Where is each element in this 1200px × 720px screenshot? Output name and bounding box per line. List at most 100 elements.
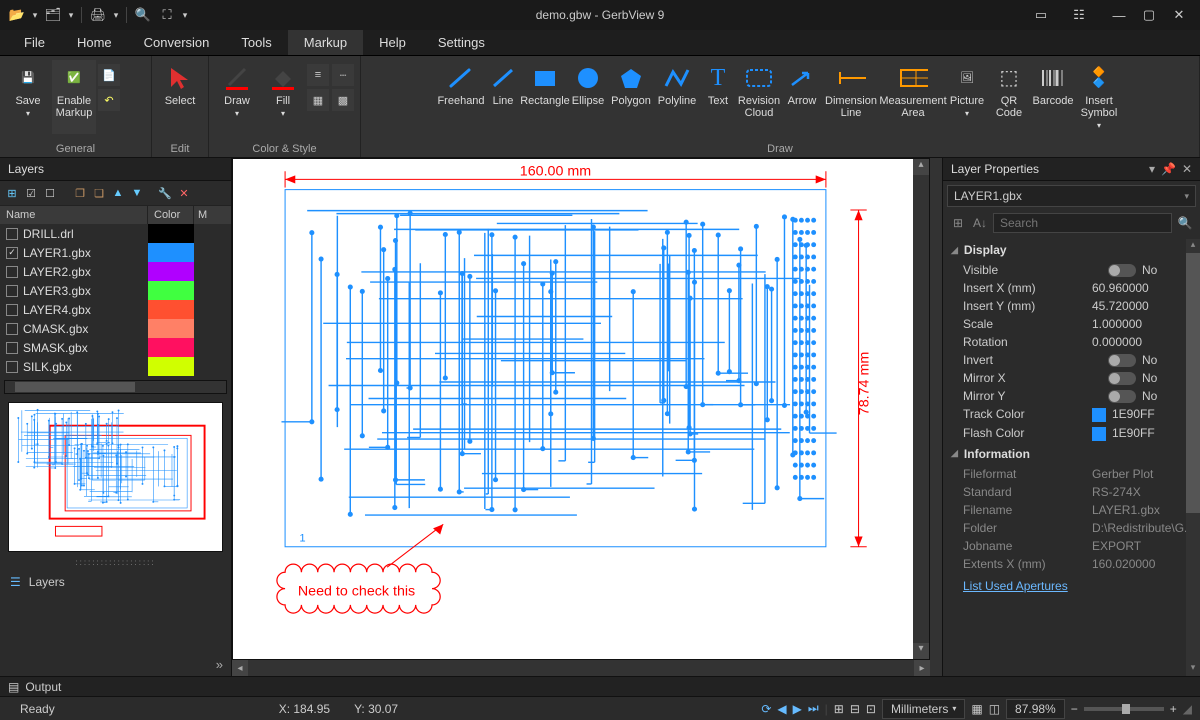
undo-icon[interactable]: ↶ (98, 89, 120, 111)
zoom-out-button[interactable]: − (1071, 702, 1078, 716)
print-icon[interactable]: 🖨 (87, 4, 109, 26)
nav-prev-icon[interactable]: ◀ (777, 702, 786, 716)
rotation-value[interactable]: 0.000000 (1092, 335, 1192, 349)
props-vscrollbar[interactable]: ▴ ▾ (1186, 239, 1200, 676)
save-button[interactable]: 💾Save▾ (6, 60, 50, 134)
layer-color-swatch[interactable] (148, 281, 194, 300)
menu-tools[interactable]: Tools (225, 30, 287, 55)
move-up-icon[interactable]: ▲ (110, 185, 126, 201)
zoom-slider[interactable] (1084, 707, 1164, 711)
units-dropdown[interactable]: Millimeters▾ (882, 699, 965, 719)
layer-color-swatch[interactable] (148, 224, 194, 243)
layer-color-swatch[interactable] (148, 262, 194, 281)
layer-color-swatch[interactable] (148, 338, 194, 357)
draw-color-button[interactable]: Draw▾ (215, 60, 259, 134)
layer-color-swatch[interactable] (148, 243, 194, 262)
dropdown-icon[interactable]: ▾ (1149, 162, 1155, 176)
layer-select-combo[interactable]: LAYER1.gbx▾ (947, 185, 1196, 207)
layer-checkbox[interactable] (6, 304, 18, 316)
grid1-icon[interactable]: ⊞ (834, 702, 844, 716)
polygon-button[interactable]: Polygon (609, 60, 653, 134)
display-section[interactable]: ◢Display (943, 239, 1200, 261)
revision-cloud-button[interactable]: Revision Cloud (737, 60, 781, 134)
menu-home[interactable]: Home (61, 30, 128, 55)
information-section[interactable]: ◢Information (943, 443, 1200, 465)
canvas-hscrollbar[interactable]: ◂ ▸ (232, 660, 930, 676)
copy-layer-icon[interactable]: ❐ (72, 185, 88, 201)
line-button[interactable]: Line (485, 60, 521, 134)
copy-icon[interactable]: 📄 (98, 64, 120, 86)
dropdown-icon[interactable]: ▾ (30, 4, 40, 26)
zoom-in-button[interactable]: + (1170, 702, 1177, 716)
invert-toggle[interactable] (1108, 354, 1136, 367)
hatch-icon[interactable]: ▦ (307, 89, 329, 111)
zoom-icon[interactable]: 🔍 (132, 4, 154, 26)
categorize-icon[interactable]: ⊞ (949, 214, 967, 232)
dropdown-icon[interactable]: ▾ (66, 4, 76, 26)
close-button[interactable]: ✕ (1164, 3, 1194, 27)
zoom-value[interactable]: 87.98% (1006, 699, 1065, 719)
dropdown-icon[interactable]: ▾ (111, 4, 121, 26)
polyline-button[interactable]: Polyline (655, 60, 699, 134)
output-panel[interactable]: ▤ Output (0, 676, 1200, 696)
minimize-button[interactable]: ― (1104, 3, 1134, 27)
add-layer-icon[interactable]: ⊞ (4, 185, 20, 201)
maximize-button[interactable]: ▢ (1134, 3, 1164, 27)
layers-hscrollbar[interactable] (4, 380, 227, 394)
arrow-button[interactable]: Arrow (783, 60, 821, 134)
line-width-icon[interactable]: ≡ (307, 64, 329, 86)
menu-conversion[interactable]: Conversion (128, 30, 226, 55)
dropdown-icon[interactable]: ▾ (180, 4, 190, 26)
line-style-icon[interactable]: ┄ (332, 64, 354, 86)
flash-color-value[interactable]: 1E90FF (1092, 426, 1192, 441)
enable-markup-button[interactable]: ✅Enable Markup (52, 60, 96, 134)
mirrorx-toggle[interactable] (1108, 372, 1136, 385)
list-apertures-link[interactable]: List Used Apertures (943, 573, 1200, 599)
select-tool-icon[interactable]: ⛶ (156, 4, 178, 26)
layer-row[interactable]: LAYER3.gbx (0, 281, 231, 300)
save-all-icon[interactable]: 🗂 (42, 4, 64, 26)
layers-accordion[interactable]: ☰ Layers (0, 567, 231, 597)
open-icon[interactable]: 📂 (6, 4, 28, 26)
visible-toggle[interactable] (1108, 264, 1136, 277)
text-button[interactable]: TText (701, 60, 735, 134)
insert-symbol-button[interactable]: 🔶🔷Insert Symbol▾ (1077, 60, 1121, 134)
insert-x-value[interactable]: 60.960000 (1092, 281, 1192, 295)
dimension-line-button[interactable]: Dimension Line (823, 60, 879, 134)
layer-color-swatch[interactable] (148, 319, 194, 338)
nav-play-icon[interactable]: ▶ (793, 702, 802, 716)
nav-end-icon[interactable]: ⏭ (808, 701, 819, 716)
layer-color-swatch[interactable] (148, 300, 194, 319)
barcode-button[interactable]: Barcode (1031, 60, 1075, 134)
layer-color-swatch[interactable] (148, 357, 194, 376)
layer-row[interactable]: CMASK.gbx (0, 319, 231, 338)
layer-row[interactable]: LAYER4.gbx (0, 300, 231, 319)
wrench-icon[interactable]: 🔧 (157, 185, 173, 201)
menu-file[interactable]: File (8, 30, 61, 55)
check-all-icon[interactable]: ☑ (23, 185, 39, 201)
uncheck-all-icon[interactable]: ☐ (42, 185, 58, 201)
freehand-button[interactable]: Freehand (439, 60, 483, 134)
layer-checkbox[interactable]: ✓ (6, 247, 18, 259)
layer-row[interactable]: SILK.gbx (0, 357, 231, 376)
rectangle-button[interactable]: Rectangle (523, 60, 567, 134)
layer-checkbox[interactable] (6, 342, 18, 354)
menu-help[interactable]: Help (363, 30, 422, 55)
layer-checkbox[interactable] (6, 285, 18, 297)
close-panel-icon[interactable]: ✕ (1182, 162, 1192, 176)
mode-icon[interactable]: ▦ (971, 702, 982, 716)
grid2-icon[interactable]: ⊟ (850, 702, 860, 716)
qr-code-button[interactable]: ⬚QR Code (989, 60, 1029, 134)
layer-checkbox[interactable] (6, 266, 18, 278)
pin-icon[interactable]: 📌 (1161, 162, 1176, 176)
layer-row[interactable]: SMASK.gbx (0, 338, 231, 357)
refresh-icon[interactable]: ⟳ (761, 702, 771, 716)
paste-layer-icon[interactable]: ❏ (91, 185, 107, 201)
menu-settings[interactable]: Settings (422, 30, 501, 55)
view-icon[interactable]: ◫ (989, 702, 1000, 716)
pattern-icon[interactable]: ▩ (332, 89, 354, 111)
layer-checkbox[interactable] (6, 323, 18, 335)
search-icon[interactable]: 🔍 (1176, 214, 1194, 232)
layer-row[interactable]: DRILL.drl (0, 224, 231, 243)
menu-markup[interactable]: Markup (288, 30, 363, 55)
